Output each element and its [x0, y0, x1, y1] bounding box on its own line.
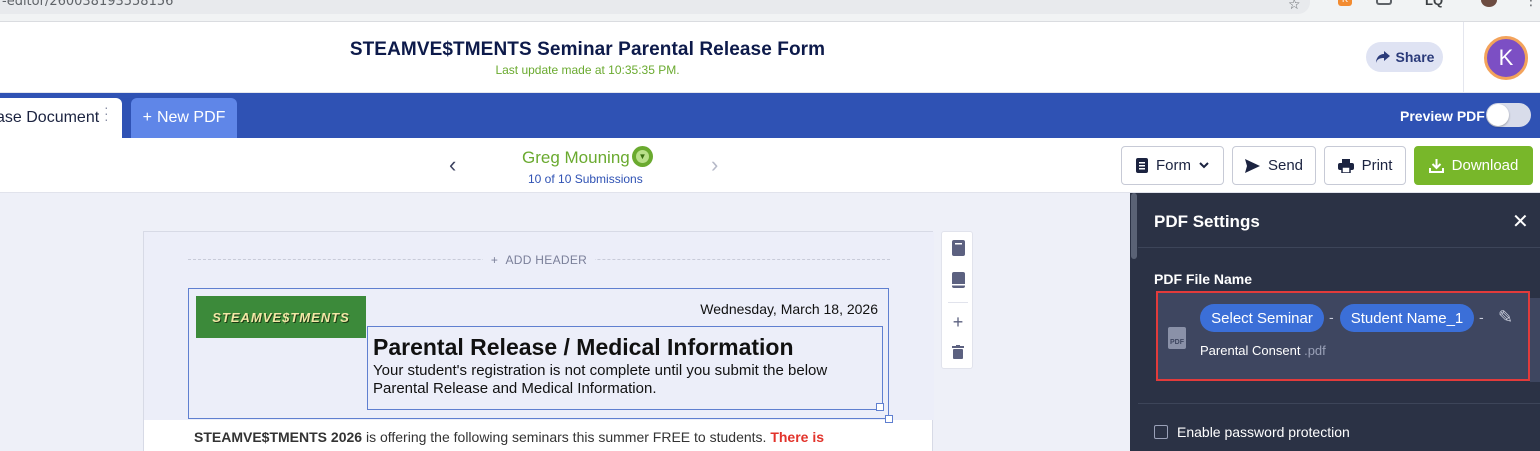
extension-k-icon[interactable]: K [1338, 0, 1352, 6]
body-bold-text: STEAMVE$TMENTS 2026 [194, 429, 363, 445]
new-pdf-tab[interactable]: + New PDF [131, 98, 237, 138]
download-button[interactable]: Download [1414, 146, 1533, 185]
steamvestments-logo[interactable]: STEAMVE$TMENTS [196, 296, 366, 338]
chevron-down-icon: ▼ [636, 150, 649, 163]
tab-release-document-label: ase Document [0, 109, 100, 126]
submission-dropdown-icon[interactable]: ▼ [632, 146, 653, 167]
pdf-page: + ADD HEADER STEAMVE$TMENTS Wednesday, M… [143, 231, 934, 451]
pdf-settings-panel: PDF Settings ✕ PDF File Name PDF Select … [1138, 193, 1540, 451]
page-settings-icon[interactable] [942, 240, 974, 259]
file-name-static-text: Parental Consent .pdf [1200, 343, 1326, 358]
download-icon [1428, 159, 1444, 173]
tab-kebab-menu-icon[interactable]: · · · [104, 100, 109, 126]
edit-pencil-icon[interactable]: ✎ [1498, 307, 1513, 328]
print-button-label: Print [1361, 157, 1393, 174]
address-url[interactable]: -editor/260038193558156 [2, 0, 173, 9]
pdf-file-icon: PDF [1168, 327, 1186, 349]
preview-pdf-label: Preview PDF [1400, 108, 1485, 124]
document-icon [951, 240, 965, 256]
document-date: Wednesday, March 18, 2026 [700, 301, 878, 317]
password-protection-label[interactable]: Enable password protection [1177, 424, 1350, 440]
send-button-label: Send [1267, 157, 1304, 174]
plus-icon: + [490, 253, 506, 267]
add-element-plus-icon[interactable]: + [942, 312, 974, 333]
field-overflow-edge [1530, 298, 1540, 382]
form-dropdown-button[interactable]: Form [1121, 146, 1224, 185]
browser-menu-icon[interactable]: ⋮ [1524, 0, 1538, 9]
panel-divider [1138, 403, 1540, 404]
body-red-text: There is [770, 429, 825, 445]
document-heading: Parental Release / Medical Information [373, 334, 794, 360]
send-paper-plane-icon [1244, 158, 1260, 173]
tools-divider [948, 302, 968, 303]
document-body-text: STEAMVE$TMENTS 2026 is offering the foll… [194, 428, 894, 446]
delete-trash-icon[interactable] [942, 345, 974, 362]
address-bar[interactable] [0, 0, 1310, 14]
pdf-file-name-label: PDF File Name [1154, 271, 1253, 287]
app-header: STEAMVE$TMENTS Seminar Parental Release … [0, 22, 1540, 93]
logo-text: STEAMVE$TMENTS [212, 309, 350, 325]
chevron-down-icon [1199, 162, 1209, 169]
panel-scrollbar[interactable] [1130, 193, 1138, 451]
file-name-base: Parental Consent [1200, 343, 1301, 358]
page-layout-icon[interactable] [942, 272, 974, 291]
plus-icon: + [142, 109, 152, 126]
toggle-knob [1487, 104, 1509, 126]
select-seminar-chip[interactable]: Select Seminar [1200, 304, 1324, 332]
name-separator: - [1329, 309, 1334, 325]
new-pdf-label: New PDF [156, 109, 226, 126]
document-canvas: + ADD HEADER STEAMVE$TMENTS Wednesday, M… [0, 193, 1130, 451]
extension-lq-icon[interactable]: LQ [1425, 0, 1443, 8]
add-header-label: ADD HEADER [505, 253, 588, 267]
password-protection-checkbox[interactable] [1154, 425, 1168, 439]
element-tools-panel: + [941, 231, 973, 369]
previous-submission-chevron-icon[interactable]: ‹ [449, 152, 456, 178]
body-text: is offering the following seminars this … [362, 429, 771, 445]
header-element-block[interactable]: STEAMVE$TMENTS Wednesday, March 18, 2026… [188, 288, 893, 423]
heading-text-box[interactable]: Parental Release / Medical Information Y… [367, 326, 884, 411]
page-title: STEAMVE$TMENTS Seminar Parental Release … [349, 39, 826, 60]
user-avatar[interactable]: K [1484, 36, 1528, 80]
pdf-settings-header: PDF Settings ✕ [1138, 193, 1540, 248]
printer-icon [1337, 158, 1354, 173]
share-button[interactable]: Share [1366, 42, 1443, 72]
last-update-status: Last update made at 10:35:35 PM. [495, 63, 680, 77]
submission-name: Greg Mouning [522, 148, 630, 167]
bookmark-star-icon[interactable]: ☆ [1288, 0, 1301, 13]
next-submission-chevron-icon[interactable]: › [711, 152, 718, 178]
resize-handle[interactable] [885, 415, 893, 423]
submission-count[interactable]: 10 of 10 Submissions [528, 172, 643, 186]
submission-navigation-bar: ‹ Greg Mouning ▼ 10 of 10 Submissions › … [0, 138, 1540, 193]
send-button[interactable]: Send [1232, 146, 1316, 185]
add-header-button[interactable]: + ADD HEADER [144, 253, 934, 267]
resize-handle[interactable] [876, 403, 884, 411]
share-button-label: Share [1395, 49, 1435, 65]
browser-profile-avatar[interactable] [1481, 0, 1497, 7]
scrollbar-thumb[interactable] [1131, 193, 1137, 259]
name-separator: - [1479, 309, 1484, 325]
pdf-file-name-field[interactable]: PDF Select Seminar - Student Name_1 - ✎ … [1156, 291, 1530, 381]
browser-toolbar: -editor/260038193558156 ☆ K LQ ⋮ [0, 0, 1540, 22]
form-document-icon [1136, 158, 1148, 173]
extensions-puzzle-icon[interactable] [1376, 0, 1392, 5]
form-button-label: Form [1156, 157, 1191, 174]
trash-icon [952, 345, 964, 359]
book-icon [951, 272, 965, 288]
download-button-label: Download [1451, 157, 1519, 174]
student-name-chip[interactable]: Student Name_1 [1340, 304, 1474, 332]
pdf-settings-title: PDF Settings [1154, 212, 1260, 231]
document-tab-bar: ase Document · · · + New PDF Preview PDF [0, 93, 1540, 138]
share-arrow-icon [1375, 51, 1390, 63]
document-subheading: Your student's registration is not compl… [373, 362, 828, 397]
file-extension: .pdf [1304, 343, 1326, 358]
preview-pdf-toggle[interactable] [1486, 103, 1531, 127]
print-button[interactable]: Print [1324, 146, 1406, 185]
header-divider [1463, 22, 1464, 93]
close-icon[interactable]: ✕ [1512, 209, 1529, 234]
